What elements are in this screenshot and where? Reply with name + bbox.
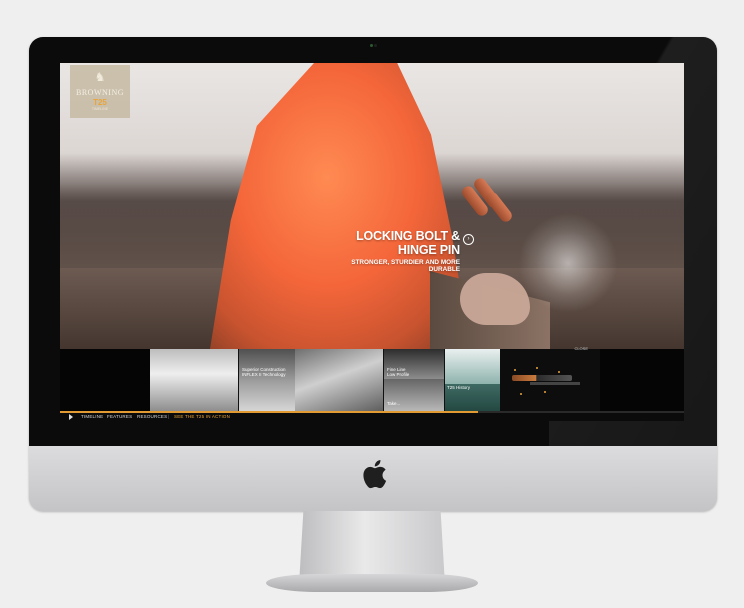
monitor-stand <box>299 511 445 585</box>
thumbnail-caption: T25 History <box>447 385 471 390</box>
shotgun-diagram <box>512 375 572 381</box>
next-slide-button[interactable]: › <box>463 234 474 245</box>
hero-headline: LOCKING BOLT & HINGE PIN STRONGER, STURD… <box>350 229 460 273</box>
thumbnail-strip: Superior Construction INFLEX II Technolo… <box>150 349 500 411</box>
thumbnail-2[interactable]: Superior Construction INFLEX II Technolo… <box>239 349 295 380</box>
bottom-nav: TIMELINE FEATURES RESOURCES | SEE THE T2… <box>60 413 684 421</box>
thumbnail-caption: Superior Construction INFLEX II Technolo… <box>242 367 286 377</box>
apple-logo-icon <box>363 460 387 489</box>
thumbnail-1[interactable] <box>150 349 238 411</box>
brand-model: T25 <box>93 98 107 107</box>
hero-image: ♞ BROWNING T25 TIMELINE LOCKING BOLT & H… <box>60 63 684 349</box>
nav-separator: | <box>168 414 170 419</box>
feature-panel: CLOSE <box>500 346 600 411</box>
brand-name: BROWNING <box>76 88 124 97</box>
thumbnail-caption: Fine Line Low Profile <box>387 367 410 377</box>
thumbnail-3[interactable] <box>295 349 383 411</box>
brand-logo[interactable]: ♞ BROWNING T25 TIMELINE <box>70 65 130 118</box>
camera-indicator <box>370 44 377 48</box>
buckmark-icon: ♞ <box>94 70 106 84</box>
thumbnail-5[interactable]: Take... <box>384 379 444 411</box>
headline-title: LOCKING BOLT & HINGE PIN <box>356 229 460 257</box>
thumbnail-6[interactable] <box>445 349 500 384</box>
nav-cta-link[interactable]: SEE THE T25 IN ACTION <box>174 414 230 420</box>
thumbnail-caption: Take... <box>387 401 401 406</box>
close-button[interactable]: CLOSE <box>574 346 588 351</box>
monitor-stand-base <box>266 574 478 592</box>
brand-tagline: TIMELINE <box>91 107 109 111</box>
browser-screen: ♞ BROWNING T25 TIMELINE LOCKING BOLT & H… <box>60 63 684 421</box>
chevron-right-icon: › <box>467 236 470 242</box>
thumbnail-4[interactable]: Fine Line Low Profile <box>384 349 444 379</box>
headline-subtitle: STRONGER, STURDIER AND MORE DURABLE <box>351 259 460 273</box>
nav-item-resources[interactable]: RESOURCES <box>137 414 167 420</box>
nav-item-timeline[interactable]: TIMELINE <box>81 414 103 420</box>
nav-item-features[interactable]: FEATURES <box>107 414 132 420</box>
thumbnail-7[interactable]: T25 History <box>445 384 500 411</box>
thumbnail-2b[interactable] <box>239 380 295 411</box>
play-icon[interactable] <box>69 414 73 420</box>
